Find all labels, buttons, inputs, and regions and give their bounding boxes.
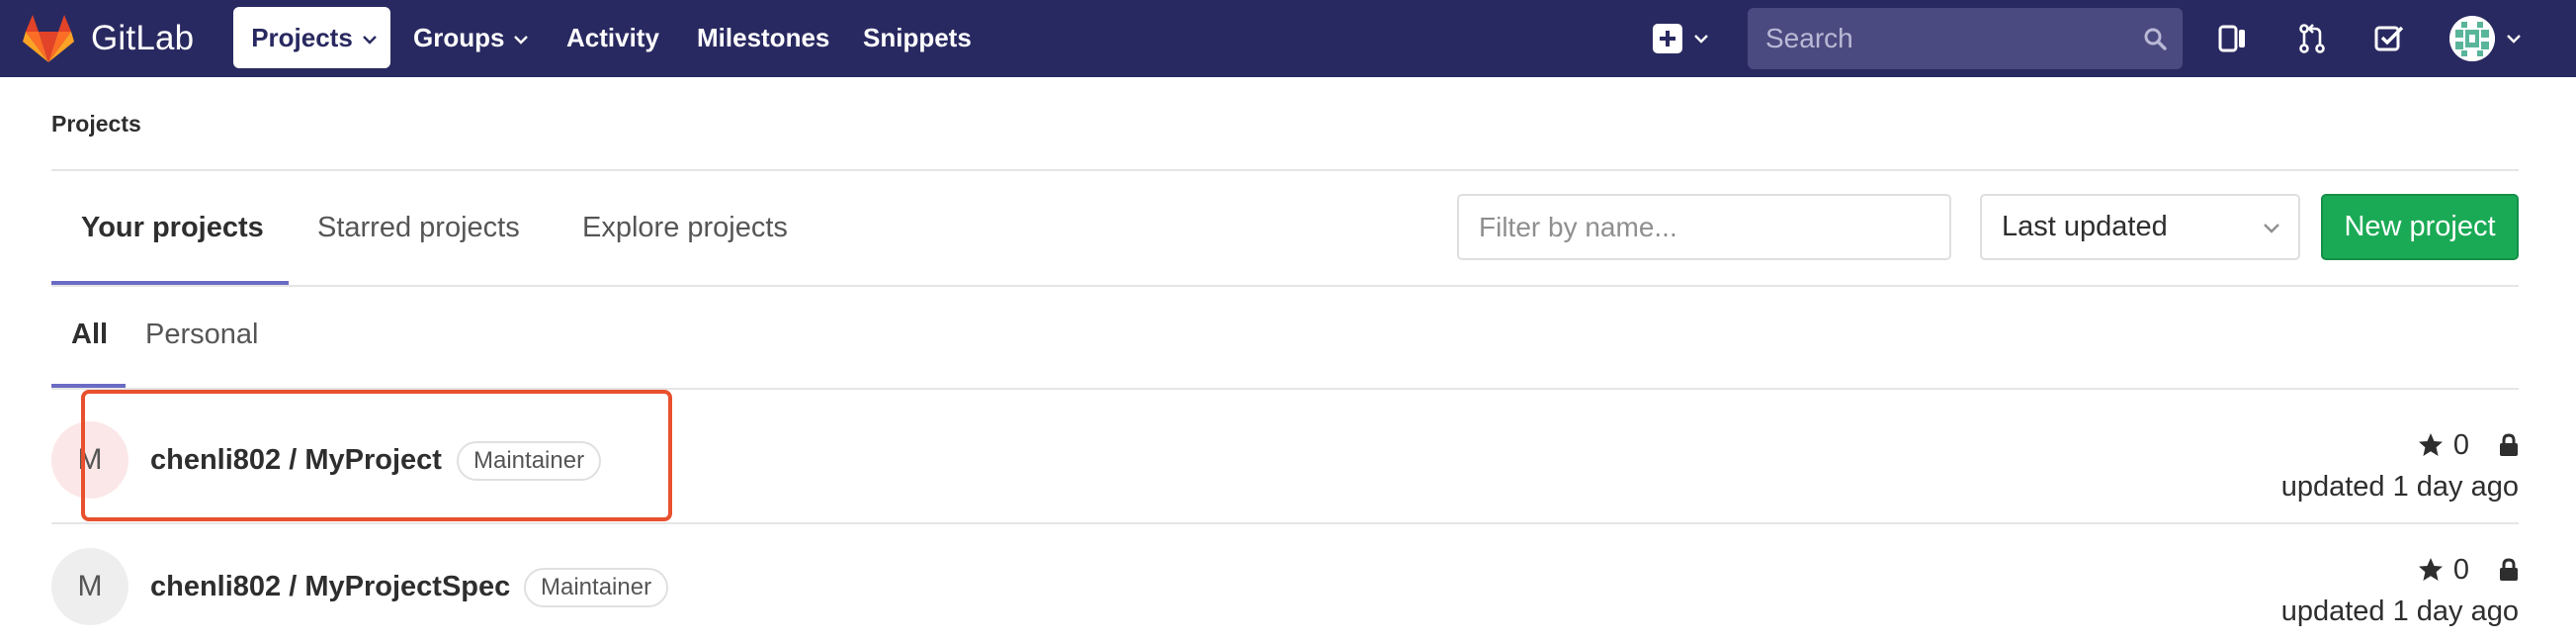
brand-link[interactable]: GitLab: [22, 0, 194, 77]
filter-personal-tab[interactable]: Personal: [145, 319, 258, 351]
filter-all-tab[interactable]: All: [71, 319, 108, 351]
role-badge: Maintainer: [524, 568, 669, 607]
star-count: 0: [2452, 553, 2469, 586]
sort-selected-label: Last updated: [2002, 211, 2168, 242]
nav-activity-label: Activity: [566, 22, 659, 52]
highlight-box: [81, 390, 672, 521]
chevron-down-icon: [514, 36, 529, 45]
gitlab-logo-icon: [23, 15, 74, 62]
nav-projects-dropdown[interactable]: Projects: [233, 7, 390, 68]
project-meta: 0 updated 1 day ago: [2281, 427, 2519, 504]
updated-time: updated 1 day ago: [2280, 596, 2519, 627]
project-avatar[interactable]: M: [51, 548, 129, 625]
todo-check-icon[interactable]: [2372, 22, 2406, 55]
nav-projects-label: Projects: [251, 22, 353, 52]
chevron-down-icon: [1694, 35, 1708, 44]
tab-starred-projects[interactable]: Starred projects: [317, 212, 520, 244]
user-menu-dropdown[interactable]: [2449, 16, 2521, 61]
tab-your-projects[interactable]: Your projects: [81, 212, 264, 244]
global-search: [1748, 8, 2183, 69]
nav-milestones-label: Milestones: [697, 22, 830, 52]
chevron-down-icon: [2507, 35, 2521, 44]
todos-panel-icon[interactable]: [2216, 22, 2250, 55]
new-project-button[interactable]: New project: [2321, 194, 2519, 260]
filter-by-name-input[interactable]: [1457, 194, 1951, 260]
user-avatar-icon: [2449, 16, 2495, 61]
lock-icon: [2500, 558, 2518, 581]
brand-name: GitLab: [91, 19, 195, 57]
nav-groups-dropdown[interactable]: Groups: [413, 7, 529, 68]
search-input[interactable]: [1748, 8, 2123, 69]
nav-activity-link[interactable]: Activity: [566, 7, 659, 68]
divider: [51, 285, 2519, 287]
project-name-link[interactable]: chenli802 / MyProjectSpec: [150, 571, 510, 603]
top-navbar: GitLab Projects Groups Activity Mileston…: [0, 0, 2576, 77]
plus-square-icon: [1653, 24, 1682, 53]
tab-explore-projects[interactable]: Explore projects: [582, 212, 788, 244]
chevron-down-icon: [2264, 224, 2279, 233]
chevron-down-icon: [362, 36, 377, 45]
updated-time: updated 1 day ago: [2280, 471, 2519, 503]
star-icon[interactable]: [2418, 432, 2444, 458]
nav-milestones-link[interactable]: Milestones: [697, 7, 829, 68]
nav-groups-label: Groups: [413, 22, 505, 52]
search-icon[interactable]: [2143, 27, 2167, 50]
nav-snippets-label: Snippets: [863, 22, 972, 52]
new-item-dropdown[interactable]: [1653, 20, 1708, 57]
project-row: M chenli802 / MyProjectSpec Maintainer 0…: [51, 524, 2519, 643]
lock-icon: [2500, 433, 2518, 456]
star-count: 0: [2452, 428, 2469, 461]
breadcrumb[interactable]: Projects: [51, 111, 141, 138]
project-meta: 0 updated 1 day ago: [2281, 552, 2519, 628]
nav-snippets-link[interactable]: Snippets: [863, 7, 972, 68]
star-icon[interactable]: [2418, 557, 2444, 583]
merge-request-icon[interactable]: [2295, 22, 2329, 55]
divider: [51, 169, 2519, 171]
sort-dropdown[interactable]: Last updated: [1980, 194, 2300, 260]
